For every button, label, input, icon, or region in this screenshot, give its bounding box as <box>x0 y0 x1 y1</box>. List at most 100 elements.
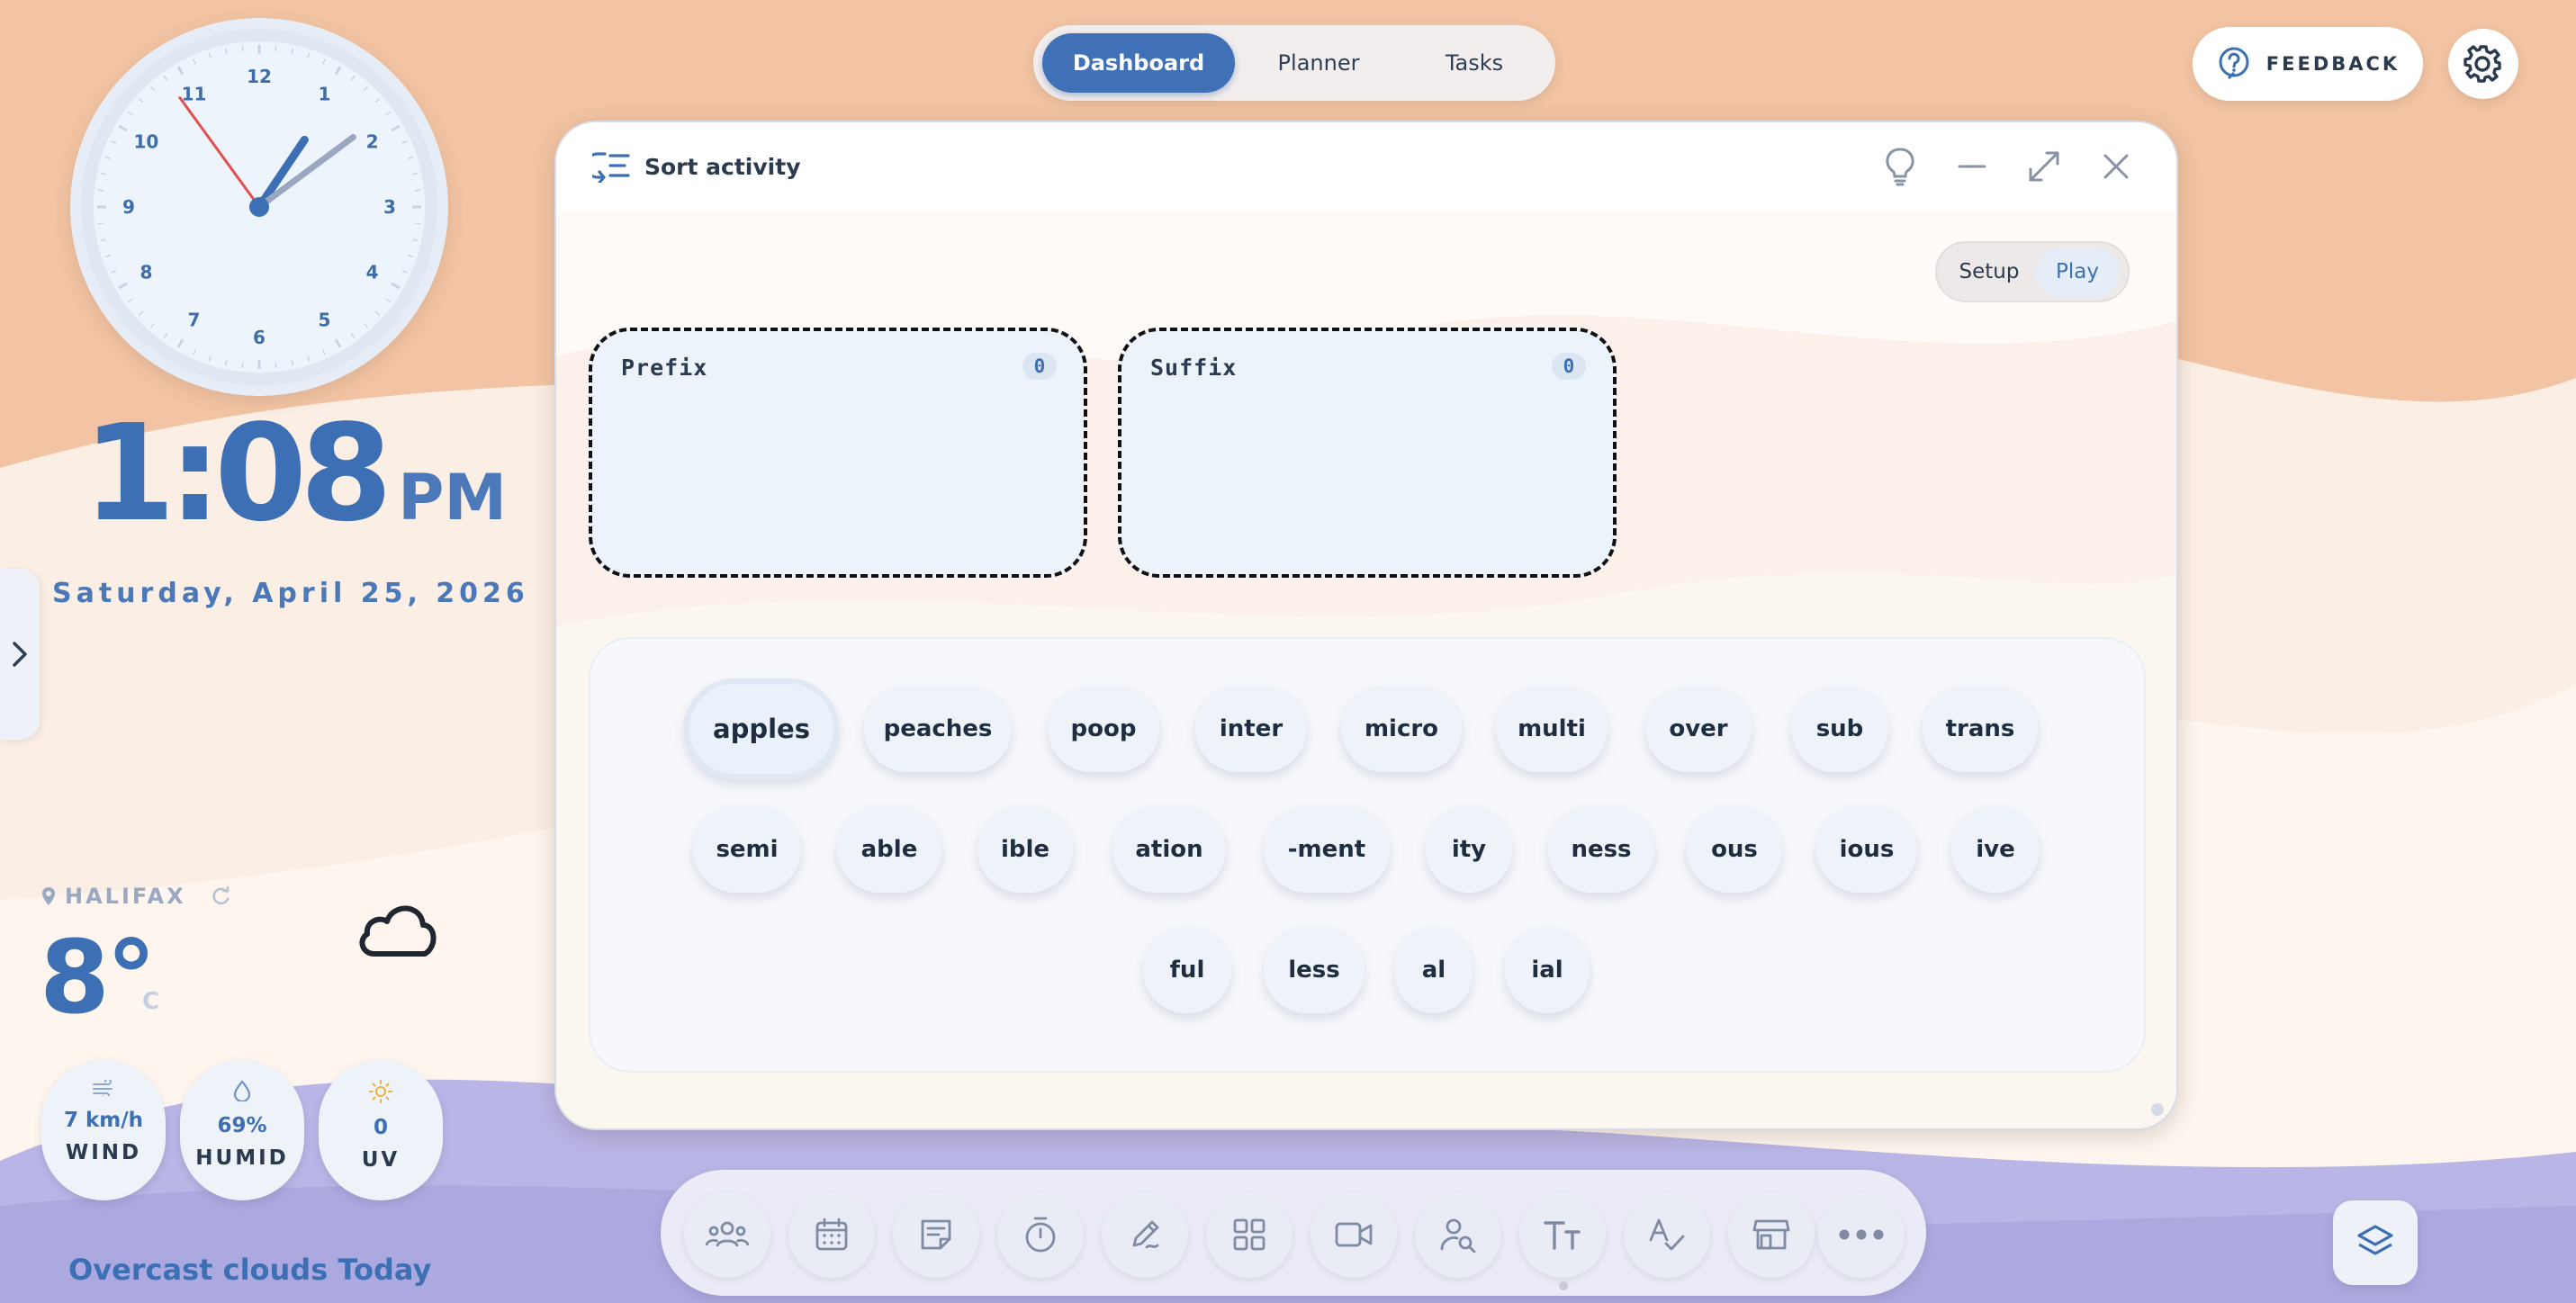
word-chip[interactable]: ful <box>1143 927 1231 1013</box>
tab-planner[interactable]: Planner <box>1235 33 1402 93</box>
clock-number: 1 <box>319 83 331 104</box>
uv-label: UV <box>361 1148 401 1172</box>
clock-tick <box>414 222 421 225</box>
dock-search-person-button[interactable] <box>1415 1191 1501 1278</box>
draw-icon <box>1132 1220 1159 1249</box>
word-chip[interactable]: micro <box>1341 686 1462 772</box>
clock-tick <box>241 45 244 52</box>
clock-number: 5 <box>319 310 331 331</box>
clock-number: 3 <box>383 196 396 218</box>
word-chip[interactable]: ive <box>1951 806 2040 893</box>
word-chip[interactable]: semi <box>693 806 801 893</box>
bucket-suffix[interactable]: Suffix 0 <box>1118 328 1617 578</box>
bucket-prefix[interactable]: Prefix 0 <box>589 328 1087 578</box>
dock-note-button[interactable] <box>893 1191 979 1278</box>
dock-page-indicator <box>1559 1281 1568 1290</box>
word-chip[interactable]: apples <box>684 678 839 779</box>
bucket-count: 0 <box>1552 353 1586 380</box>
word-chip[interactable]: ous <box>1687 806 1782 893</box>
mode-toggle: Setup Play <box>1935 241 2130 302</box>
humidity-icon <box>233 1080 251 1101</box>
hint-button[interactable] <box>1878 144 1923 189</box>
dock-grid-button[interactable] <box>1206 1191 1293 1278</box>
store-icon <box>1752 1219 1790 1250</box>
timer-icon <box>1025 1217 1056 1253</box>
window-title: Sort activity <box>644 153 801 180</box>
humidity-label: HUMID <box>195 1146 289 1170</box>
clock-number: 11 <box>182 83 207 104</box>
calendar-icon <box>815 1218 848 1251</box>
top-navigation: Dashboard Planner Tasks <box>1033 25 1555 101</box>
word-chip[interactable]: over <box>1645 686 1752 772</box>
word-chip[interactable]: -ment <box>1264 806 1390 893</box>
sort-activity-window: Sort activity Setup Play Prefix 0 Suffix… <box>554 121 2178 1130</box>
word-chip[interactable]: poop <box>1048 686 1159 772</box>
word-chip[interactable]: multi <box>1496 686 1608 772</box>
more-icon <box>1839 1229 1884 1240</box>
dock-draw-button[interactable] <box>1102 1191 1188 1278</box>
word-chip[interactable]: inter <box>1195 686 1307 772</box>
digital-time: 1:08 PM <box>83 396 507 551</box>
word-chip[interactable]: ial <box>1505 927 1590 1013</box>
dock-video-button[interactable] <box>1311 1191 1397 1278</box>
word-pool: apples peaches poop inter micro multi ov… <box>589 637 2146 1073</box>
humidity-stat: 69% HUMID <box>180 1060 304 1200</box>
minimize-icon <box>1958 165 1986 168</box>
clock-number: 7 <box>188 310 201 331</box>
time-ampm: PM <box>398 461 508 535</box>
feedback-label: FEEDBACK <box>2265 53 2400 75</box>
wind-value: 7 km/h <box>63 1109 144 1132</box>
dock-calendar-button[interactable] <box>788 1191 875 1278</box>
dock-timer-button[interactable] <box>997 1191 1084 1278</box>
word-chip[interactable]: less <box>1264 927 1365 1013</box>
maximize-button[interactable] <box>2022 144 2067 189</box>
clock-number: 12 <box>247 66 272 87</box>
wind-icon <box>93 1080 113 1096</box>
word-chip[interactable]: able <box>837 806 941 893</box>
layers-button[interactable] <box>2333 1200 2418 1285</box>
dock-group-button[interactable] <box>684 1191 770 1278</box>
word-chip[interactable]: ible <box>977 806 1073 893</box>
dock-more-button[interactable] <box>1818 1191 1905 1278</box>
close-button[interactable] <box>2094 144 2139 189</box>
word-chip[interactable]: trans <box>1923 686 2038 772</box>
clock-tick <box>414 189 421 192</box>
clock-number: 4 <box>366 262 379 283</box>
word-chip[interactable]: ation <box>1112 806 1226 893</box>
temperature: 8° <box>40 920 157 1037</box>
close-icon <box>2103 154 2129 179</box>
dock-spell-check-button[interactable] <box>1624 1191 1710 1278</box>
bucket-count: 0 <box>1022 353 1057 380</box>
resize-handle[interactable] <box>2151 1103 2164 1116</box>
word-chip[interactable]: peaches <box>864 686 1012 772</box>
city-name: HALIFAX <box>65 884 186 909</box>
dock-text-size-button[interactable] <box>1519 1191 1606 1278</box>
clock-tick <box>97 189 104 192</box>
sort-icon <box>592 152 630 183</box>
word-chip[interactable]: ious <box>1816 806 1917 893</box>
word-chip[interactable]: ity <box>1426 806 1512 893</box>
clock-number: 2 <box>366 131 379 153</box>
word-chip[interactable]: al <box>1395 927 1473 1013</box>
layers-icon <box>2357 1225 2393 1255</box>
sun-icon <box>369 1080 392 1103</box>
refresh-icon[interactable] <box>212 886 231 906</box>
word-chip[interactable]: ness <box>1548 806 1654 893</box>
dock-store-button[interactable] <box>1728 1191 1815 1278</box>
clock-number: 10 <box>134 131 159 153</box>
side-panel-toggle[interactable] <box>0 569 40 740</box>
wind-label: WIND <box>65 1141 142 1164</box>
settings-button[interactable] <box>2448 29 2518 99</box>
tab-dashboard[interactable]: Dashboard <box>1042 33 1235 93</box>
tab-tasks[interactable]: Tasks <box>1402 33 1546 93</box>
mode-setup[interactable]: Setup <box>1942 247 2036 296</box>
mode-play[interactable]: Play <box>2036 247 2119 296</box>
minimize-button[interactable] <box>1950 144 1995 189</box>
tool-dock <box>661 1170 1926 1296</box>
expand-icon <box>2029 151 2059 182</box>
feedback-button[interactable]: FEEDBACK <box>2193 27 2423 101</box>
search-person-icon <box>1440 1218 1476 1253</box>
window-header: Sort activity <box>556 122 2176 211</box>
word-chip[interactable]: sub <box>1791 686 1888 772</box>
weather-description: Overcast clouds Today <box>68 1253 432 1287</box>
